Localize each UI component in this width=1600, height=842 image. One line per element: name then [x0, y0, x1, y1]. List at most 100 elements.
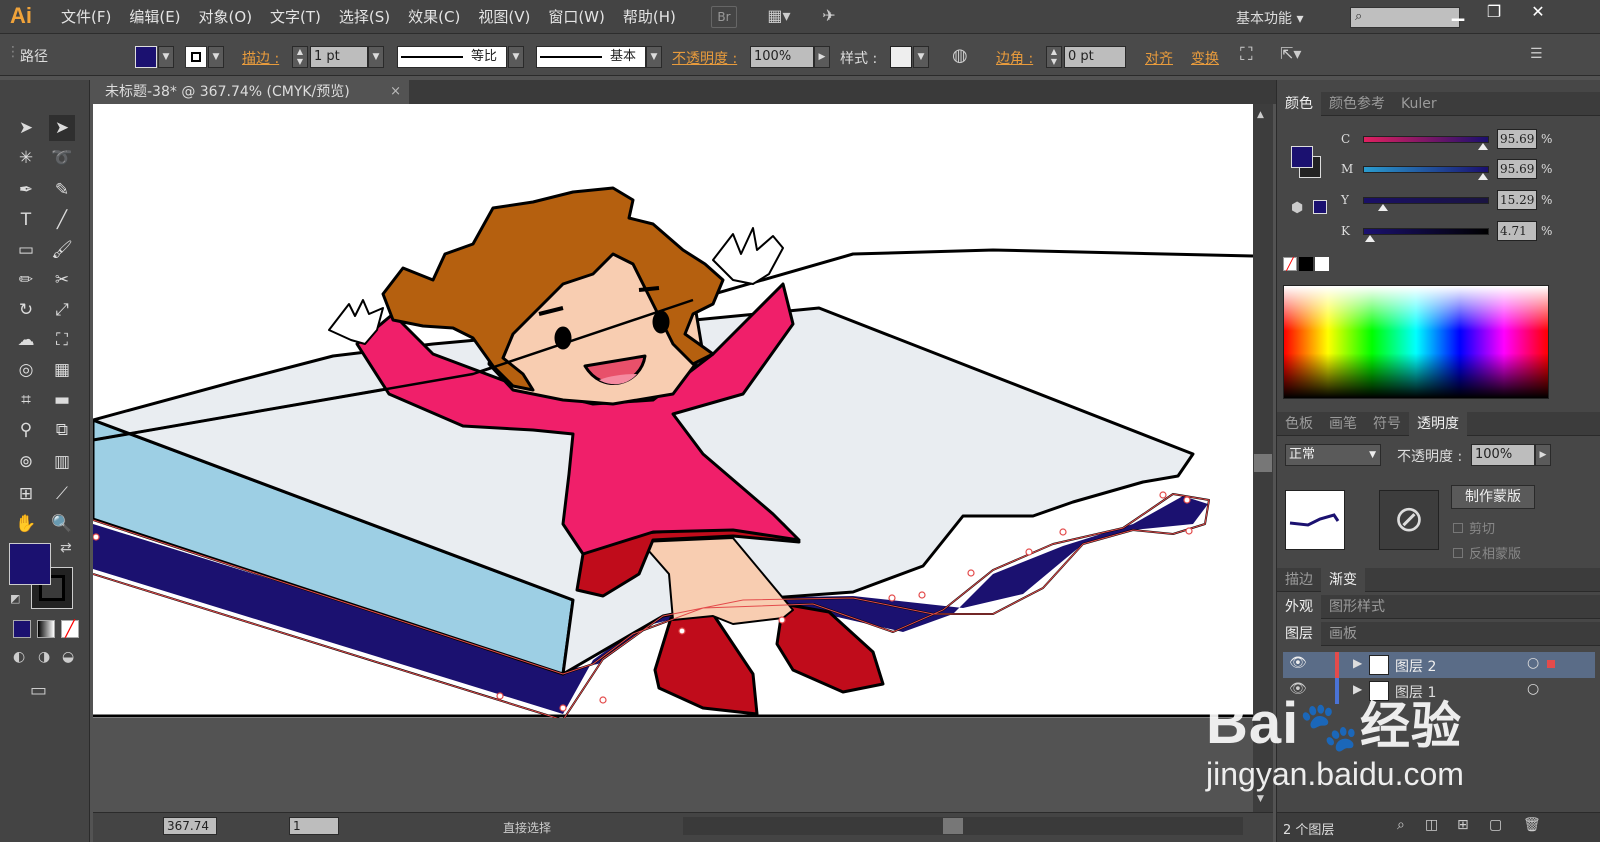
fill-dropdown[interactable]: ▼	[158, 46, 174, 68]
artboard[interactable]	[91, 104, 1254, 721]
opacity-arrow[interactable]: ▶	[814, 46, 830, 68]
close-window-button[interactable]: ✕	[1520, 0, 1556, 24]
stroke-swatch[interactable]	[185, 46, 207, 68]
arrange-documents-icon[interactable]: ▦▾	[760, 6, 798, 28]
visibility-eye-icon[interactable]: 👁	[1289, 655, 1307, 671]
make-clipping-mask-icon[interactable]: ◫	[1425, 817, 1438, 833]
direct-selection-tool-icon[interactable]: ➤	[49, 115, 75, 141]
slider-thumb[interactable]	[1478, 143, 1489, 150]
mesh-tool-icon[interactable]: ⌗	[13, 387, 39, 413]
fill-color-box[interactable]	[9, 543, 51, 585]
channel-y-slider[interactable]	[1363, 197, 1489, 211]
column-graph-icon[interactable]: ▥	[49, 449, 75, 475]
clip-option[interactable]: 剪切	[1453, 518, 1495, 537]
tab-layers[interactable]: 图层	[1277, 622, 1321, 646]
channel-c-slider[interactable]	[1363, 136, 1489, 150]
corner-label[interactable]: 边角 :	[996, 48, 1033, 68]
stroke-stepper[interactable]: ▲ ▼	[292, 46, 308, 68]
draw-normal-icon[interactable]: ◐	[13, 649, 25, 665]
menu-type[interactable]: 文字(T)	[261, 0, 330, 34]
slice-tool-icon[interactable]: ⟋	[49, 481, 75, 507]
eyedropper-icon[interactable]: ⚲	[13, 417, 39, 443]
transparency-opacity-field[interactable]: 100%	[1471, 444, 1535, 466]
tab-transparency[interactable]: 透明度	[1409, 412, 1467, 436]
object-thumbnail[interactable]	[1285, 490, 1345, 550]
target-circle-icon[interactable]: ○	[1527, 681, 1539, 697]
blend-tool-icon[interactable]: ⧉	[49, 417, 75, 443]
channel-c-value[interactable]: 95.69	[1497, 129, 1537, 149]
warp-tool-icon[interactable]: ☁	[13, 327, 39, 353]
menu-edit[interactable]: 编辑(E)	[120, 0, 189, 34]
menu-help[interactable]: 帮助(H)	[614, 0, 685, 34]
align-link[interactable]: 对齐	[1145, 48, 1173, 68]
menu-view[interactable]: 视图(V)	[469, 0, 539, 34]
gpu-performance-icon[interactable]: ✈	[814, 6, 844, 28]
new-layer-icon[interactable]: ▢	[1489, 817, 1502, 833]
minimize-button[interactable]: ▁	[1440, 0, 1476, 24]
brush-definition[interactable]: 基本	[536, 46, 646, 68]
swap-colors-icon[interactable]: ⇄	[60, 540, 72, 556]
tab-stroke[interactable]: 描边	[1277, 568, 1321, 592]
blend-mode-select[interactable]: 正常 ▼	[1285, 444, 1381, 466]
gradient-mode-icon[interactable]	[37, 620, 55, 638]
scissors-icon[interactable]: ✂	[49, 267, 75, 293]
artboard-number-field[interactable]: 1	[289, 817, 339, 835]
selection-tool-icon[interactable]: ➤	[13, 115, 39, 141]
layer-name[interactable]: 图层 2	[1395, 656, 1436, 676]
make-mask-button[interactable]: 制作蒙版	[1451, 485, 1535, 509]
gamut-swatch[interactable]	[1313, 200, 1327, 214]
workspace-switcher[interactable]: 基本功能 ▾	[1236, 8, 1303, 28]
recolor-artwork-icon[interactable]: ◍	[952, 45, 968, 66]
magic-wand-icon[interactable]: ✳	[13, 145, 39, 171]
opacity-label[interactable]: 不透明度 :	[672, 48, 737, 68]
layer-row[interactable]: 👁 ▶ 图层 2 ○	[1283, 652, 1595, 678]
restore-button[interactable]: ❐	[1476, 0, 1512, 24]
menu-window[interactable]: 窗口(W)	[539, 0, 614, 34]
gradient-tool-icon[interactable]: ▬	[49, 387, 75, 413]
horizontal-scroll-thumb[interactable]	[943, 818, 963, 834]
black-swatch[interactable]	[1299, 257, 1313, 271]
rectangle-tool-icon[interactable]: ▭	[13, 237, 39, 263]
stroke-label[interactable]: 描边 :	[242, 48, 279, 68]
stroke-weight-dropdown[interactable]: ▼	[368, 46, 384, 68]
draw-inside-icon[interactable]: ◒	[62, 649, 74, 665]
horizontal-scrollbar[interactable]	[683, 817, 1243, 835]
document-tab[interactable]: 未标题-38* @ 367.74% (CMYK/预览) ×	[93, 80, 409, 104]
scroll-up-icon[interactable]: ▲	[1257, 110, 1264, 120]
invert-mask-checkbox[interactable]	[1453, 548, 1463, 558]
variable-width-profile[interactable]: 等比	[397, 46, 507, 68]
tab-brushes[interactable]: 画笔	[1321, 412, 1365, 436]
canvas-area[interactable]	[91, 104, 1254, 812]
pen-tool-icon[interactable]: ✒	[13, 177, 39, 203]
slider-thumb[interactable]	[1377, 204, 1388, 211]
profile-dropdown[interactable]: ▼	[508, 46, 524, 68]
tab-graphic-styles[interactable]: 图形样式	[1321, 595, 1393, 619]
symbol-sprayer-icon[interactable]: ⊚	[13, 449, 39, 475]
tab-symbols[interactable]: 符号	[1365, 412, 1409, 436]
opacity-field[interactable]: 100%	[750, 46, 814, 68]
channel-k-value[interactable]: 4.71	[1497, 221, 1537, 241]
transform-again-icon[interactable]: ⇱▾	[1280, 44, 1301, 63]
graphic-style-swatch[interactable]	[890, 46, 912, 68]
curvature-tool-icon[interactable]: ✎	[49, 177, 75, 203]
channel-m-value[interactable]: 95.69	[1497, 159, 1537, 179]
channel-y-value[interactable]: 15.29	[1497, 190, 1537, 210]
tab-swatches[interactable]: 色板	[1277, 412, 1321, 436]
zoom-tool-icon[interactable]: 🔍	[49, 511, 75, 537]
tab-gradient[interactable]: 渐变	[1321, 568, 1365, 592]
expand-arrow-icon[interactable]: ▶	[1353, 656, 1362, 670]
transform-link[interactable]: 变换	[1191, 48, 1219, 68]
corner-radius-field[interactable]: 0 pt	[1064, 46, 1126, 68]
brush-dropdown[interactable]: ▼	[646, 46, 662, 68]
zoom-field[interactable]: 367.74	[163, 817, 217, 835]
channel-m-slider[interactable]	[1363, 166, 1489, 180]
stroke-dropdown[interactable]: ▼	[208, 46, 224, 68]
tab-color-guide[interactable]: 颜色参考	[1321, 92, 1393, 116]
scroll-thumb[interactable]	[1254, 454, 1272, 472]
rotate-tool-icon[interactable]: ↻	[13, 297, 39, 323]
free-transform-icon[interactable]: ⛶	[49, 327, 75, 353]
transparency-opacity-arrow[interactable]: ▶	[1535, 444, 1551, 466]
tab-color[interactable]: 颜色	[1277, 92, 1321, 116]
tab-appearance[interactable]: 外观	[1277, 595, 1321, 619]
locate-object-icon[interactable]: ⌕	[1397, 817, 1405, 833]
